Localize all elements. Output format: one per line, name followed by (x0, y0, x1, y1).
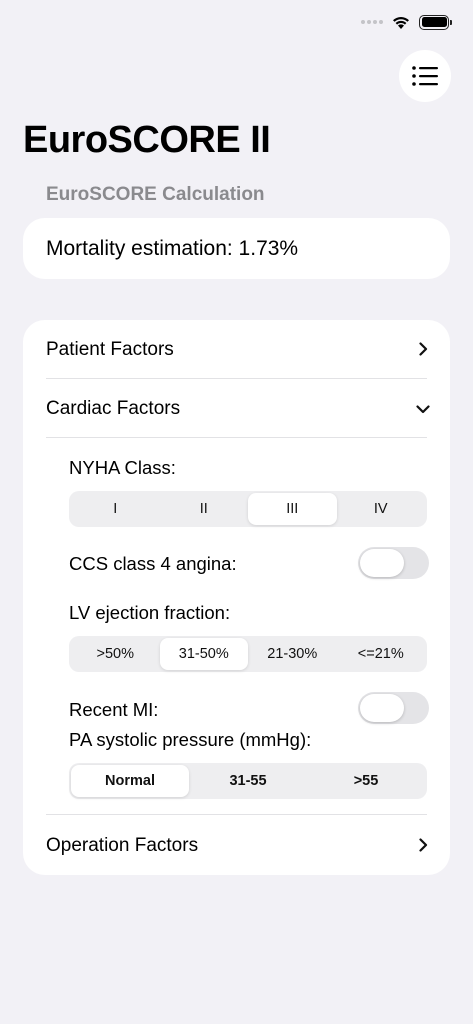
chevron-right-icon (419, 838, 428, 852)
app-screen: EuroSCORE II EuroSCORE Calculation Morta… (0, 0, 473, 1024)
lvef-option-31-50[interactable]: 31-50% (159, 638, 248, 670)
nyha-option-ii[interactable]: II (160, 493, 249, 525)
patient-factors-label: Patient Factors (46, 339, 174, 360)
recent-mi-label: Recent MI: (69, 699, 159, 720)
pa-option-over-55[interactable]: >55 (307, 765, 425, 797)
cardiac-factors-label: Cardiac Factors (46, 398, 181, 419)
lv-ejection-fraction-label: LV ejection fraction: (69, 602, 231, 623)
list-icon (412, 66, 438, 86)
nyha-option-i[interactable]: I (71, 493, 160, 525)
mortality-estimation-card: Mortality estimation: 1.73% (23, 218, 450, 279)
menu-button[interactable] (399, 50, 451, 102)
status-bar (361, 14, 452, 30)
wifi-icon (393, 17, 409, 29)
divider (46, 814, 427, 815)
chevron-down-icon (416, 405, 430, 414)
divider (46, 437, 427, 438)
lvef-option-over-50[interactable]: >50% (71, 638, 160, 670)
pa-option-31-55[interactable]: 31-55 (189, 765, 307, 797)
battery-icon (419, 14, 452, 30)
pa-systolic-pressure-segmented-control[interactable]: Normal 31-55 >55 (69, 763, 427, 799)
divider (46, 378, 427, 379)
pa-option-normal[interactable]: Normal (71, 765, 189, 797)
recent-mi-toggle[interactable] (358, 692, 429, 724)
ccs-angina-label: CCS class 4 angina: (69, 553, 237, 574)
operation-factors-label: Operation Factors (46, 835, 199, 856)
pa-systolic-pressure-label: PA systolic pressure (mmHg): (69, 729, 312, 750)
page-title: EuroSCORE II (23, 119, 271, 161)
lvef-option-21-30[interactable]: 21-30% (248, 638, 337, 670)
nyha-option-iii[interactable]: III (248, 493, 337, 525)
lvef-option-under-21[interactable]: <=21% (337, 638, 426, 670)
factors-card: Patient Factors Cardiac Factors NYHA Cla… (23, 320, 450, 875)
mortality-estimation-label: Mortality estimation: 1.73% (46, 236, 299, 260)
lv-ejection-fraction-segmented-control[interactable]: >50% 31-50% 21-30% <=21% (69, 636, 427, 672)
cellular-signal-icon (361, 20, 383, 24)
section-header: EuroSCORE Calculation (46, 184, 265, 205)
nyha-option-iv[interactable]: IV (337, 493, 426, 525)
chevron-right-icon (419, 342, 428, 356)
ccs-angina-toggle[interactable] (358, 547, 429, 579)
nyha-class-segmented-control[interactable]: I II III IV (69, 491, 427, 527)
nyha-class-label: NYHA Class: (69, 457, 176, 478)
